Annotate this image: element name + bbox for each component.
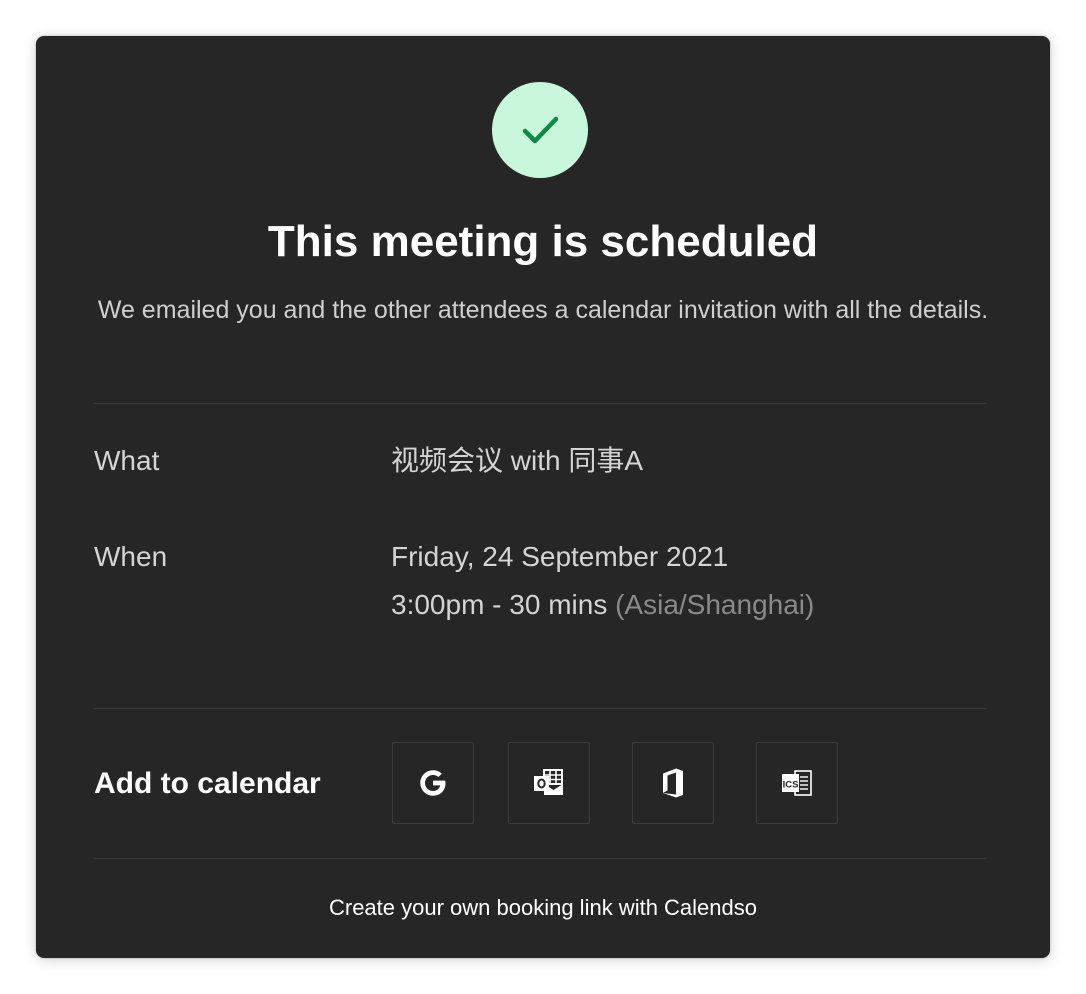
add-office365-calendar-button[interactable]: [632, 742, 714, 824]
page-title: This meeting is scheduled: [267, 217, 819, 266]
when-timezone: (Asia/Shanghai): [615, 589, 815, 620]
ics-icon: ICS: [782, 770, 812, 796]
check-icon: [522, 116, 559, 144]
when-date: Friday, 24 September 2021: [391, 541, 729, 572]
add-to-calendar-label: Add to calendar: [94, 767, 321, 800]
when-label: When: [94, 541, 168, 572]
office365-icon: [663, 768, 683, 798]
outlook-icon: [534, 769, 563, 795]
what-label: What: [94, 445, 160, 476]
page-subtitle: We emailed you and the other attendees a…: [97, 296, 989, 324]
what-value: 视频会议 with 同事A: [391, 445, 644, 476]
ics-icon-label: ICS: [783, 780, 799, 791]
download-ics-button[interactable]: ICS: [756, 742, 838, 824]
google-icon: [420, 770, 446, 796]
when-time-row: 3:00pm - 30 mins (Asia/Shanghai): [391, 581, 814, 629]
divider: [94, 708, 986, 709]
divider: [94, 858, 986, 859]
when-time: 3:00pm - 30 mins: [391, 589, 608, 620]
booking-success-card: This meeting is scheduled We emailed you…: [36, 36, 1050, 958]
success-badge: [492, 82, 588, 178]
divider: [94, 403, 986, 404]
add-outlook-calendar-button[interactable]: [508, 742, 590, 824]
calendso-booking-link[interactable]: Create your own booking link with Calend…: [36, 892, 1050, 924]
add-google-calendar-button[interactable]: [392, 742, 474, 824]
